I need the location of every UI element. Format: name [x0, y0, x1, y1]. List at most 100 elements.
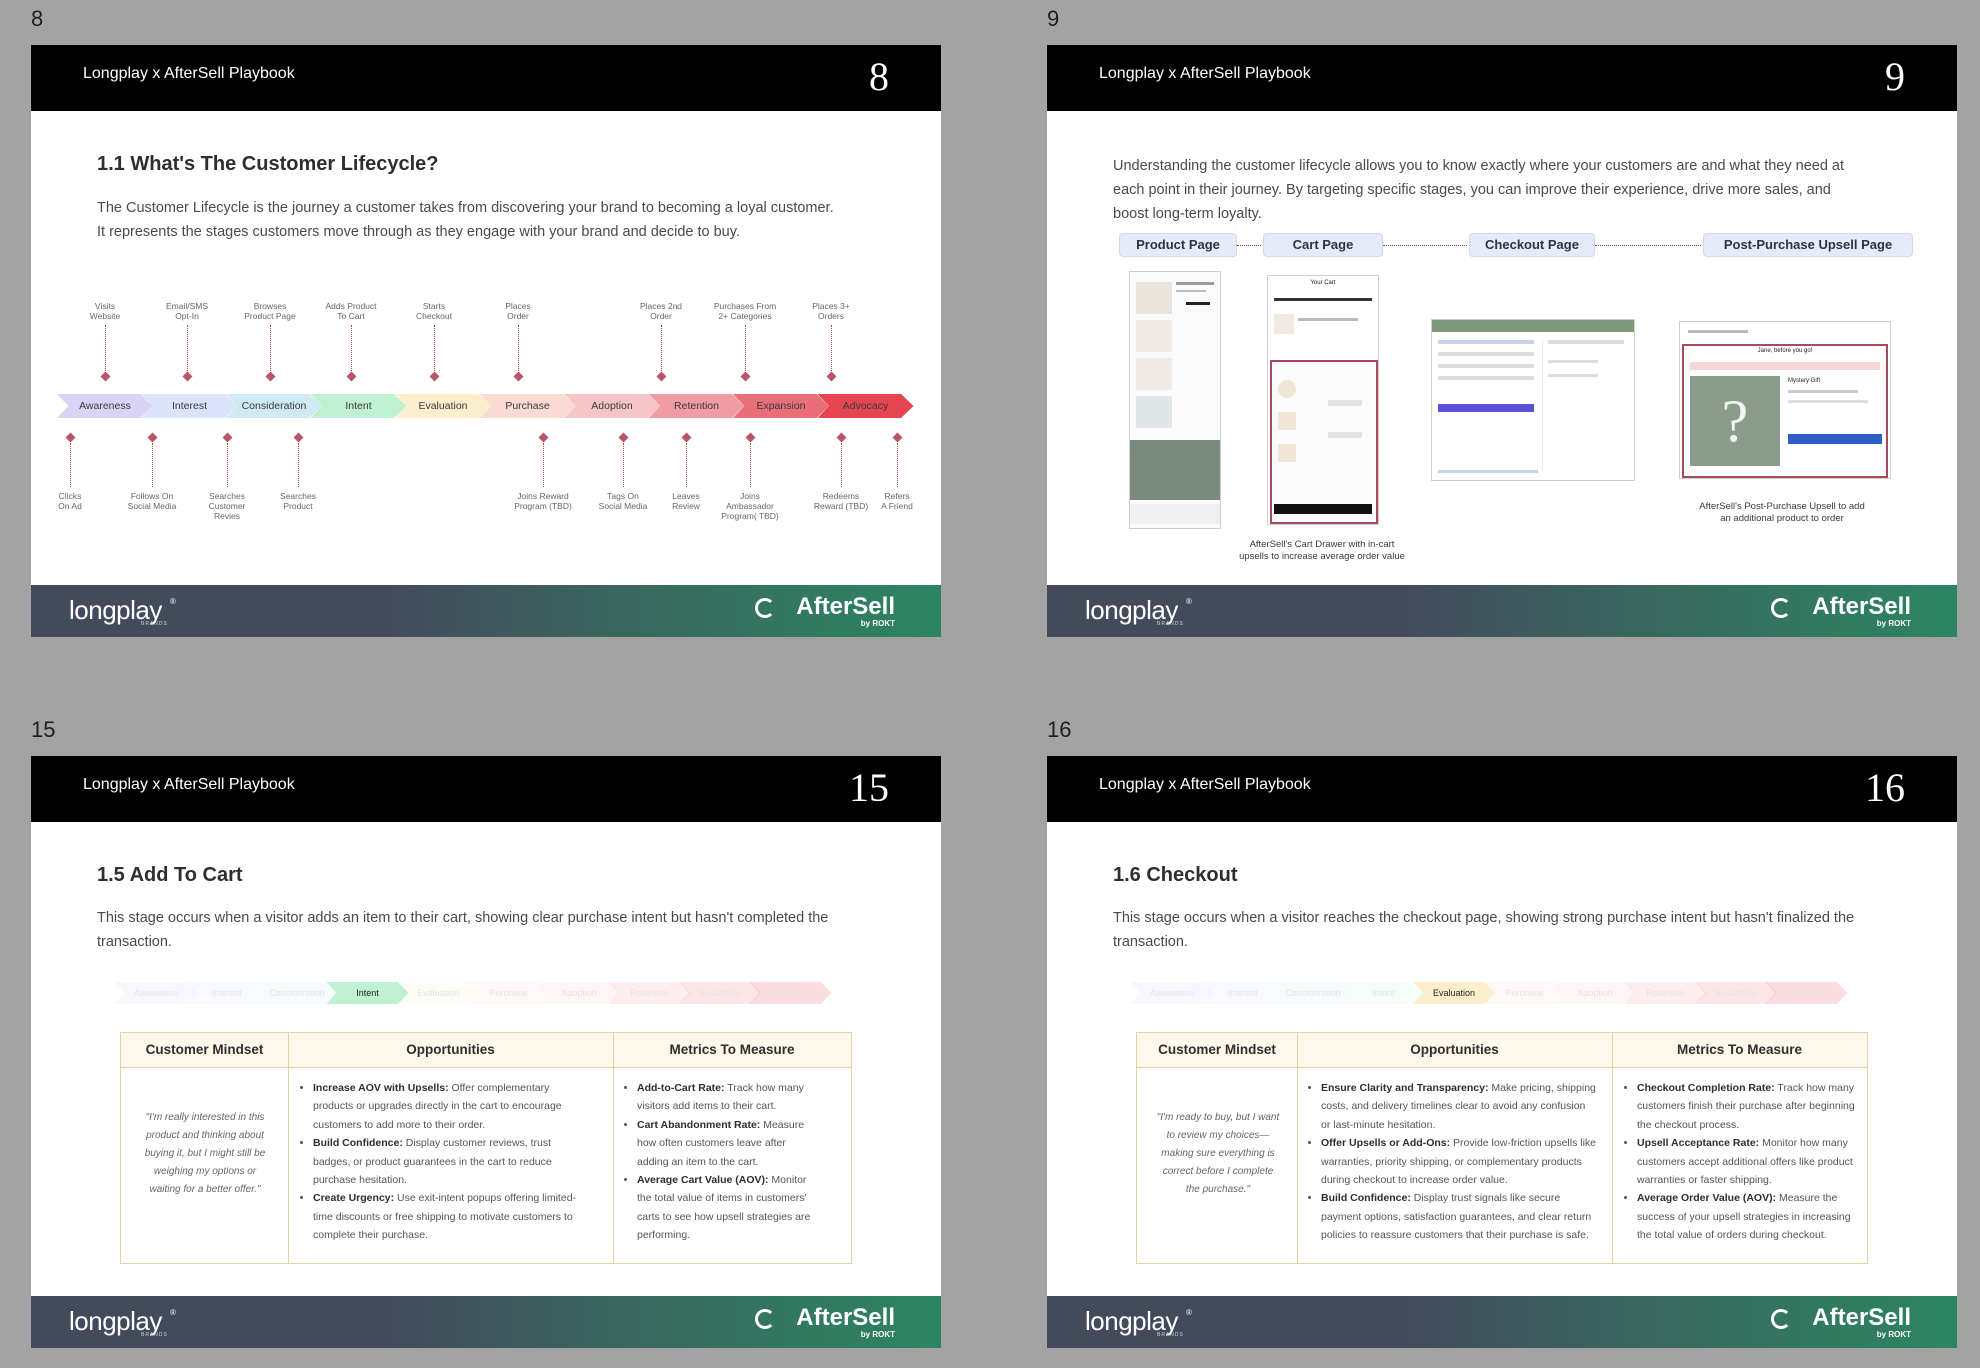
page-number: 8: [31, 6, 44, 31]
top-annotation: Places Order: [505, 301, 531, 321]
bottom-annotation: Searches Customer Revies: [208, 491, 246, 521]
cart-drawer-screenshot: Your Cart: [1267, 275, 1379, 525]
step-connector: [1237, 245, 1261, 246]
marker-diamond: [740, 371, 751, 382]
connector-line: [227, 443, 228, 487]
connector-line: [187, 325, 188, 373]
marker-diamond: [538, 432, 549, 443]
aftersell-logo: AfterSell: [796, 1304, 895, 1331]
slide-footer: longplay ® BRANDS AfterSell by ROKT: [1047, 585, 1957, 637]
mystery-gift-image: ?: [1690, 376, 1780, 466]
stage-table: Customer Mindset Opportunities Metrics T…: [120, 1032, 852, 1264]
checkout-screenshot: [1431, 319, 1635, 481]
aftersell-icon: [755, 598, 775, 618]
stage-consideration: Consideration: [256, 982, 338, 1004]
cart-title: Your Cart: [1310, 280, 1336, 286]
top-annotation: Email/SMS Opt-In: [165, 301, 209, 321]
connector-line: [434, 325, 435, 373]
step-connector: [1383, 245, 1467, 246]
list-item: Add-to-Cart Rate: Track how manyvisitors…: [637, 1079, 857, 1116]
step-connector: [1595, 245, 1701, 246]
intro-line: This stage occurs when a visitor reaches…: [1113, 910, 1855, 926]
list-item: Average Order Value (AOV): Measure thesu…: [1637, 1189, 1873, 1244]
step-checkout-page: Checkout Page: [1469, 233, 1595, 257]
connector-line: [298, 443, 299, 487]
connector-line: [686, 443, 687, 487]
aftersell-by: by ROKT: [1876, 1330, 1911, 1339]
aftersell-icon: [1771, 1309, 1791, 1329]
registered-mark: ®: [1186, 1308, 1192, 1317]
top-annotation: Adds Product To Cart: [325, 301, 377, 321]
list-item: Create Urgency: Use exit-intent popups o…: [313, 1189, 613, 1244]
slide-header: Longplay x AfterSell Playbook 9: [1047, 45, 1957, 111]
top-annotation: Browses Product Page: [244, 301, 296, 321]
stage-interest: Interest: [1201, 982, 1284, 1004]
marker-diamond: [346, 371, 357, 382]
page-number: 15: [31, 717, 56, 742]
intro-line: transaction.: [1113, 934, 1188, 950]
connector-line: [745, 325, 746, 373]
marker-diamond: [656, 371, 667, 382]
marker-diamond: [826, 371, 837, 382]
marker-diamond: [892, 432, 903, 443]
stage-advocacy: Advocacy: [1765, 982, 1848, 1004]
header-opportunities: Opportunities: [1410, 1042, 1499, 1057]
marker-diamond: [182, 371, 193, 382]
slide-9[interactable]: Longplay x AfterSell Playbook 9 Understa…: [1047, 45, 1957, 637]
aftersell-logo: AfterSell: [1812, 593, 1911, 620]
marker-diamond: [100, 371, 111, 382]
page-number: 16: [1047, 717, 1072, 742]
registered-mark: ®: [170, 597, 176, 606]
stage-advocacy: Advocacy: [749, 982, 832, 1004]
header-metrics: Metrics To Measure: [669, 1042, 795, 1057]
longplay-sub: BRANDS: [1157, 1332, 1184, 1338]
post-purchase-caption: an additional product to order: [1720, 513, 1844, 524]
list-item: Upsell Acceptance Rate: Monitor how many…: [1637, 1134, 1873, 1189]
bottom-annotation: Searches Product: [280, 491, 316, 511]
stage-awareness: Awareness: [115, 982, 197, 1004]
post-purchase-heading: Jane, before you go!: [1757, 348, 1813, 354]
page-number: 9: [1047, 6, 1060, 31]
stage-expansion: Expansion: [1695, 982, 1777, 1004]
connector-line: [351, 325, 352, 373]
connector-line: [623, 443, 624, 487]
stage-awareness: Awareness: [1131, 982, 1213, 1004]
list-item: Offer Upsells or Add-Ons: Provide low-fr…: [1321, 1134, 1617, 1189]
stage-consideration: Consideration: [1272, 982, 1354, 1004]
bottom-annotation: Follows On Social Media: [127, 491, 177, 511]
stage-expansion: Expansion: [679, 982, 761, 1004]
stage-evaluation: Evaluation: [395, 394, 491, 418]
stage-purchase: Purchase: [467, 982, 550, 1004]
marker-diamond: [265, 371, 276, 382]
slide-8[interactable]: Longplay x AfterSell Playbook 8 1.1 What…: [31, 45, 941, 637]
connector-line: [897, 443, 898, 487]
aftersell-by: by ROKT: [860, 1330, 895, 1339]
column-divider: [613, 1033, 614, 1263]
opportunities-list: Ensure Clarity and Transparency: Make pr…: [1309, 1079, 1617, 1245]
bottom-annotation: Refers A Friend: [881, 491, 913, 511]
slide-footer: longplay ® BRANDS AfterSell by ROKT: [1047, 1296, 1957, 1348]
cart-caption: upsells to increase average order value: [1239, 551, 1405, 562]
intro-line: This stage occurs when a visitor adds an…: [97, 910, 829, 926]
slide-16[interactable]: Longplay x AfterSell Playbook 16 1.6 Che…: [1047, 756, 1957, 1348]
intro-line: Understanding the customer lifecycle all…: [1113, 158, 1845, 174]
connector-line: [750, 443, 751, 487]
mindset-quote: "I'm really interested in this product an…: [144, 1112, 266, 1195]
header-metrics: Metrics To Measure: [1676, 1042, 1803, 1057]
bottom-annotation: Joins Ambassador Program( TBD): [721, 491, 779, 521]
slide-header: Longplay x AfterSell Playbook 16: [1047, 756, 1957, 822]
stage-purchase: Purchase: [1483, 982, 1566, 1004]
connector-line: [661, 325, 662, 373]
slide-title: 1.6 Checkout: [1113, 864, 1238, 886]
product-page-screenshot: [1129, 271, 1221, 529]
connector-line: [543, 443, 544, 487]
header-customer-mindset: Customer Mindset: [1158, 1042, 1276, 1057]
header-opportunities: Opportunities: [406, 1042, 495, 1057]
stage-consideration: Consideration: [226, 394, 322, 418]
intro-line: boost long-term loyalty.: [1113, 206, 1262, 222]
stage-intent: Intent: [326, 982, 409, 1004]
stage-retention: Retention: [1624, 982, 1707, 1004]
list-item: Ensure Clarity and Transparency: Make pr…: [1321, 1079, 1617, 1134]
slide-15[interactable]: Longplay x AfterSell Playbook 15 1.5 Add…: [31, 756, 941, 1348]
slide-footer: longplay ® BRANDS AfterSell by ROKT: [31, 1296, 941, 1348]
